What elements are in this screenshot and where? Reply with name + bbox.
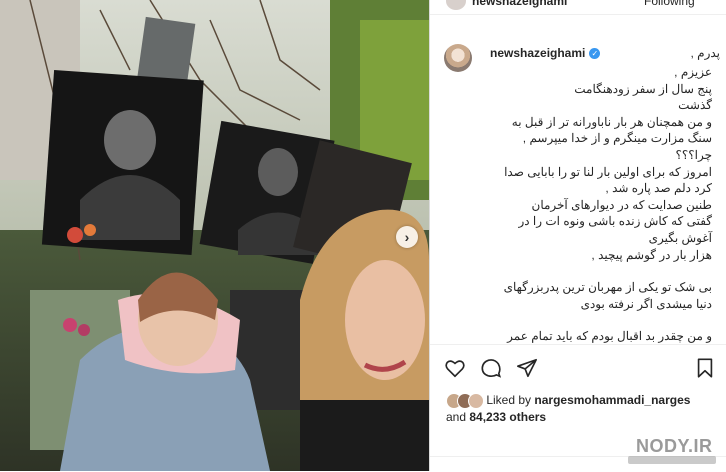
- caption-avatar[interactable]: [444, 44, 472, 72]
- liked-by-and: and: [446, 409, 467, 424]
- comment-icon[interactable]: [480, 357, 502, 379]
- caption-line: امروز که برای اولین بار لنا تو را بابایی…: [504, 164, 712, 179]
- caption-header: newshazeighami ✓ پدرم ,: [490, 46, 720, 60]
- following-button[interactable]: Following: [644, 0, 695, 8]
- caption-line: طنین صدایت که در دیوارهای آخرمان: [531, 197, 713, 212]
- avatar[interactable]: [446, 0, 466, 10]
- avatar: [468, 392, 484, 409]
- caption-line: [490, 263, 712, 279]
- likes-summary: Liked by nargesmohammadi_narges and 84,2…: [446, 392, 716, 425]
- caption-area: newshazeighami ✓ پدرم , عزیزم , پنج سال ا…: [430, 38, 726, 344]
- liker-username[interactable]: nargesmohammadi_narges: [534, 393, 690, 407]
- caption-line: عزیزم ,: [674, 65, 712, 79]
- caption-line: کرد دلم صد پاره شد ,: [605, 181, 712, 196]
- post-header: newshazeighami Following: [430, 0, 726, 15]
- watermark-underline: [628, 456, 716, 464]
- heart-icon[interactable]: [444, 357, 466, 379]
- caption-line: دنیا میشدی اگر نرفته بودی: [580, 296, 712, 311]
- post-actions: [430, 344, 726, 389]
- post-photo: ›: [0, 0, 429, 471]
- cemetery-photo: [0, 0, 429, 471]
- caption-line: بی شک تو یکی از مهربان ترین پدربزرگهای: [503, 280, 712, 295]
- caption-line: سنگ مزارت مینگرم و از خدا میپرسم ,: [522, 131, 712, 146]
- caption-line: چرا؟؟؟: [675, 147, 712, 162]
- caption-line: آغوش بگیری: [648, 230, 712, 245]
- caption-line: گفتی که کاش زنده باشی ونوه ات را در: [518, 214, 712, 229]
- verified-badge-icon: ✓: [589, 47, 601, 59]
- caption-first-line: پدرم ,: [690, 46, 720, 60]
- likes-count[interactable]: 84,233 others: [469, 410, 546, 424]
- bookmark-icon[interactable]: [694, 357, 716, 379]
- chevron-right-icon: ›: [404, 229, 410, 245]
- liker-avatars: [446, 392, 484, 409]
- caption-line: گذشت: [678, 98, 712, 113]
- site-watermark: NODY.IR: [636, 436, 713, 456]
- caption-line: و من چقدر بد اقبال بودم که باید تمام عمر: [507, 329, 712, 344]
- caption-line: [490, 312, 712, 328]
- caption-line: پنج سال از سفر زودهنگامت: [574, 81, 712, 96]
- caption-line: و من همچنان هر بار ناباورانه تر از قبل ب…: [511, 114, 712, 129]
- header-username[interactable]: newshazeighami: [472, 0, 567, 8]
- caption-text: عزیزم , پنج سال از سفر زودهنگامت گذشت و من …: [490, 64, 712, 344]
- post-side-panel: newshazeighami Following newshazeighami …: [429, 0, 726, 471]
- caption-username[interactable]: newshazeighami: [490, 46, 585, 60]
- caption-line: هزار بار در گوشم پیچید ,: [591, 247, 712, 262]
- share-icon[interactable]: [516, 357, 538, 379]
- next-photo-button[interactable]: ›: [396, 226, 418, 248]
- liked-by-prefix: Liked by: [486, 393, 532, 407]
